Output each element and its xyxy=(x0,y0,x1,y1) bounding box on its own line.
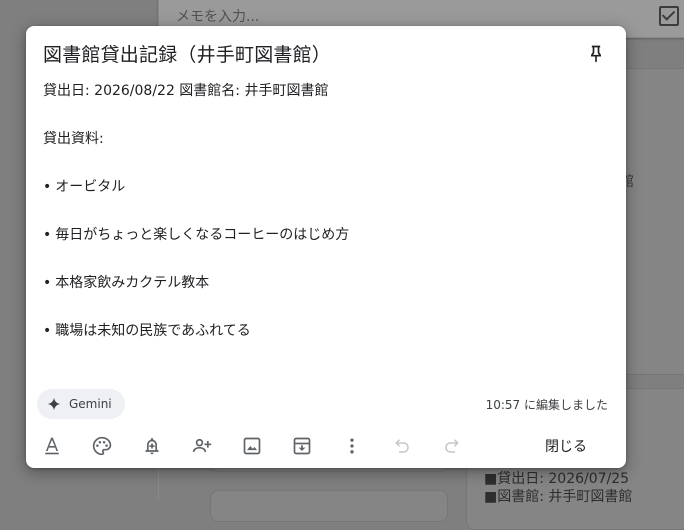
palette-icon xyxy=(92,436,112,456)
close-button[interactable]: 閉じる xyxy=(526,430,606,462)
more-button[interactable] xyxy=(336,430,368,462)
note-card-text-line: ■貸出日: 2026/07/25 xyxy=(484,471,630,487)
bullet: • xyxy=(43,323,52,339)
list-item-text: オービタル xyxy=(55,179,126,195)
list-item: • 職場は未知の民族であふれてる xyxy=(43,320,251,340)
collaborator-button[interactable] xyxy=(186,430,218,462)
list-item: • 本格家飲みカクテル教本 xyxy=(43,272,209,292)
archive-button[interactable] xyxy=(286,430,318,462)
list-item-text: 本格家飲みカクテル教本 xyxy=(55,275,210,291)
edited-timestamp: 10:57 に編集しました xyxy=(485,398,608,412)
gemini-sparkle-icon xyxy=(47,397,61,411)
bullet: • xyxy=(43,227,52,243)
more-icon xyxy=(350,438,354,454)
pin-icon xyxy=(591,45,601,63)
note-card-text-line: ■図書館: 井手町図書館 xyxy=(484,489,633,505)
note-card[interactable] xyxy=(210,490,448,522)
bullet: • xyxy=(43,275,52,291)
new-note-placeholder: メモを入力... xyxy=(176,9,260,25)
body-line: 貸出資料: xyxy=(43,131,104,147)
note-title[interactable]: 図書館貸出記録（井手町図書館） xyxy=(43,40,331,67)
remind-me-button[interactable] xyxy=(136,430,168,462)
collaborator-icon xyxy=(192,438,212,452)
gemini-label: Gemini xyxy=(69,397,112,411)
background-options-button[interactable] xyxy=(86,430,118,462)
redo-icon xyxy=(445,439,459,453)
image-icon xyxy=(243,437,261,455)
undo-button[interactable] xyxy=(386,430,418,462)
note-editor-dialog: 図書館貸出記録（井手町図書館） 貸出日: 2026/08/22 図書館名: 井手… xyxy=(26,26,626,468)
pin-button[interactable] xyxy=(582,40,610,68)
add-image-button[interactable] xyxy=(236,430,268,462)
undo-icon xyxy=(395,439,409,453)
text-format-button[interactable] xyxy=(36,430,68,462)
text-format-icon xyxy=(45,437,59,455)
list-item-text: 毎日がちょっと楽しくなるコーヒーのはじめ方 xyxy=(55,227,350,243)
bullet: • xyxy=(43,179,52,195)
list-item-text: 職場は未知の民族であふれてる xyxy=(55,323,251,339)
new-list-checkbox-icon[interactable] xyxy=(659,6,679,26)
note-toolbar: 閉じる xyxy=(26,430,626,462)
list-item: • オービタル xyxy=(43,176,125,196)
gemini-button[interactable]: Gemini xyxy=(37,389,125,419)
redo-button[interactable] xyxy=(436,430,468,462)
list-item: • 毎日がちょっと楽しくなるコーヒーのはじめ方 xyxy=(43,224,349,244)
body-line: 貸出日: 2026/08/22 図書館名: 井手町図書館 xyxy=(43,83,329,99)
reminder-icon xyxy=(145,438,159,455)
archive-icon xyxy=(293,437,311,455)
